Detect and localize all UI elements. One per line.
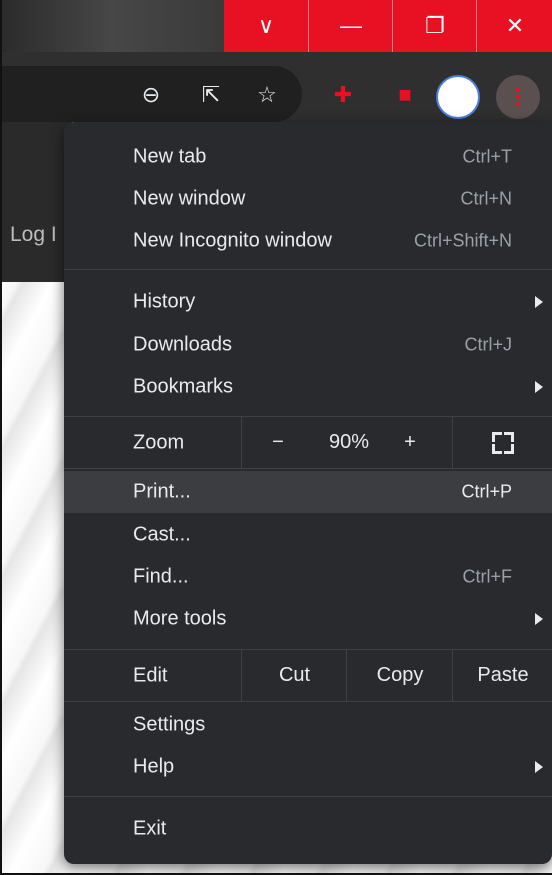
fullscreen-button[interactable] [452,417,552,468]
menu-item-new-tab[interactable]: New tab Ctrl+T [64,136,552,178]
menu-item-more-tools[interactable]: More tools [64,598,552,640]
menu-item-exit[interactable]: Exit [64,808,552,850]
share-icon[interactable]: ⇱ [196,80,226,110]
zoom-out-button[interactable]: − [241,417,314,468]
zoom-level-value: 90% [328,431,370,453]
submenu-arrow-icon [535,613,543,625]
submenu-arrow-icon [535,761,543,773]
menu-row-edit: Edit Cut Copy Paste [64,650,552,701]
menu-item-new-incognito-window[interactable]: New Incognito window Ctrl+Shift+N [64,220,552,262]
menu-item-new-window[interactable]: New window Ctrl+N [64,178,552,220]
page-header-strip [2,122,72,282]
fullscreen-icon [492,431,514,454]
menu-kebab-button[interactable] [496,75,540,119]
minimize-icon: — [340,13,362,38]
paste-button[interactable]: Paste [452,650,552,701]
menu-kebab-icon [516,88,520,106]
menu-item-find[interactable]: Find... Ctrl+F [64,556,552,598]
menu-divider [64,796,552,797]
menu-item-history[interactable]: History [64,281,552,323]
zoom-in-button[interactable]: + [385,417,435,468]
close-button[interactable]: ✕ [476,0,552,52]
extension-square-icon[interactable]: ■ [390,80,420,110]
minimize-button[interactable]: — [308,0,393,52]
menu-divider [64,701,552,702]
menu-item-settings[interactable]: Settings [64,704,552,746]
menu-row-zoom: Zoom − 90% + [64,417,552,468]
cut-button[interactable]: Cut [241,650,347,701]
tab-search-button[interactable]: ∨ [224,0,308,52]
menu-item-print[interactable]: Print... Ctrl+P [64,471,552,513]
copy-button[interactable]: Copy [346,650,453,701]
menu-item-downloads[interactable]: Downloads Ctrl+J [64,324,552,366]
menu-item-cast[interactable]: Cast... [64,514,552,556]
chrome-main-menu: New tab Ctrl+T New window Ctrl+N New Inc… [64,122,552,864]
submenu-arrow-icon [535,381,543,393]
bookmark-star-icon[interactable]: ☆ [252,80,282,110]
menu-item-bookmarks[interactable]: Bookmarks [64,366,552,408]
chevron-down-icon: ∨ [257,13,275,38]
profile-avatar[interactable] [436,75,480,119]
page-login-link[interactable]: Log I [10,223,57,247]
extension-pin-icon[interactable]: ✚ [328,80,358,110]
submenu-arrow-icon [535,296,543,308]
menu-item-help[interactable]: Help [64,746,552,788]
zoom-out-icon[interactable]: ⊖ [136,80,166,110]
close-icon: ✕ [505,13,525,38]
restore-button[interactable]: ❐ [392,0,477,52]
menu-divider [64,269,552,270]
menu-divider [64,468,552,469]
restore-icon: ❐ [425,13,445,38]
